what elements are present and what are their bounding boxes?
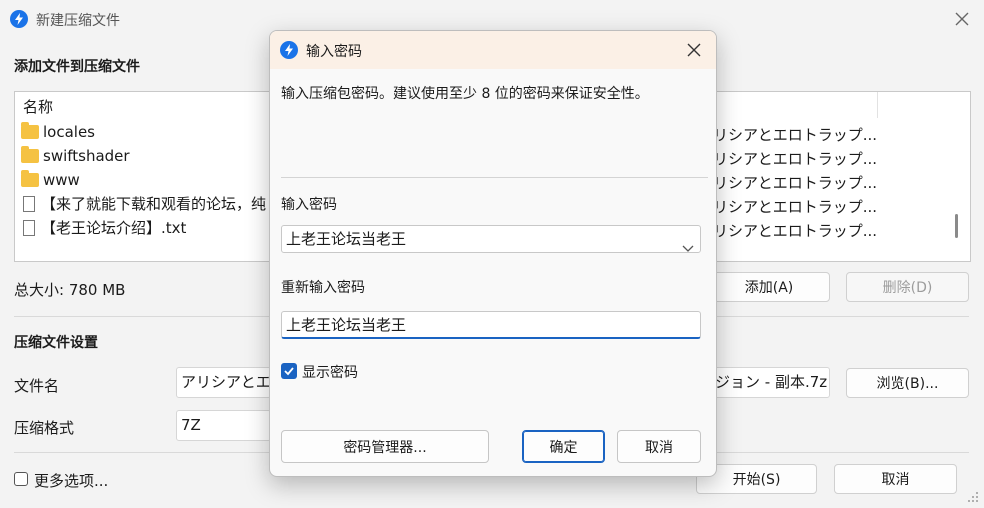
list-item-name: 【老王论坛介绍】.txt [41,219,187,237]
format-select[interactable]: 7Z [176,410,271,441]
password-label: 输入密码 [281,197,337,213]
check-icon [284,367,294,376]
total-size: 总大小: 780 MB [14,281,126,299]
password-manager-button[interactable]: 密码管理器... [281,430,489,463]
password-value: 上老王论坛当老王 [286,230,407,248]
window-title: 新建压缩文件 [36,13,120,29]
chevron-down-icon[interactable] [682,235,694,252]
files-section-title: 添加文件到压缩文件 [14,59,140,75]
column-divider [877,92,878,118]
show-password-label: 显示密码 [302,365,358,381]
browse-button[interactable]: 浏览(B)... [846,368,969,398]
dialog-app-icon [280,41,298,59]
dialog-close-icon[interactable] [684,40,704,60]
list-item-name: 【来了就能下载和观看的论坛，纯 [41,195,267,213]
list-item[interactable]: swiftshader [21,144,130,168]
filename-input[interactable]: アリシアとエ [176,367,271,398]
filename-label: 文件名 [14,377,60,395]
list-item[interactable]: www [21,168,80,192]
list-item-name: locales [43,123,95,141]
settings-section-title: 压缩文件设置 [14,335,98,351]
password-input[interactable]: 上老王论坛当老王 [281,225,701,253]
file-icon [23,220,35,236]
dialog-divider [281,177,708,178]
dialog-titlebar: 输入密码 [270,31,716,69]
show-password-checkbox[interactable] [281,363,297,379]
list-item[interactable]: locales [21,120,95,144]
list-item[interactable]: 【来了就能下载和观看的论坛，纯 [21,192,266,216]
list-item-detail: リシアとエロトラップ... [713,222,878,240]
confirm-password-input[interactable]: 上老王论坛当老王 [281,311,701,339]
column-header-name: 名称 [23,98,54,116]
list-item-name: www [43,171,80,189]
app-icon [10,10,28,28]
filename-input-tail[interactable]: ジョン - 副本.7z [714,367,830,398]
more-options-label: 更多选项... [34,472,109,490]
folder-icon [21,170,39,187]
list-item-detail: リシアとエロトラップ... [713,150,878,168]
list-item-detail: リシアとエロトラップ... [713,126,878,144]
dialog-description: 输入压缩包密码。建议使用至少 8 位的密码来保证安全性。 [281,86,649,102]
resize-grip-icon[interactable] [966,490,980,504]
file-icon [23,196,35,212]
dialog-cancel-button[interactable]: 取消 [617,430,701,463]
folder-icon [21,146,39,163]
window-close-icon[interactable] [952,9,972,29]
format-label: 压缩格式 [14,419,75,437]
list-item-detail: リシアとエロトラップ... [713,174,878,192]
list-item[interactable]: 【老王论坛介绍】.txt [21,216,186,240]
more-options-checkbox[interactable] [14,472,28,486]
add-button[interactable]: 添加(A) [708,272,830,302]
folder-icon [21,122,39,139]
list-scrollbar[interactable] [955,214,958,238]
list-item-detail: リシアとエロトラップ... [713,198,878,216]
dialog-title: 输入密码 [306,44,362,60]
confirm-password-label: 重新输入密码 [281,280,365,296]
list-item-name: swiftshader [43,147,130,165]
delete-button[interactable]: 删除(D) [846,272,969,302]
ok-button[interactable]: 确定 [522,430,605,463]
cancel-button[interactable]: 取消 [834,464,957,494]
password-dialog: 输入密码 输入压缩包密码。建议使用至少 8 位的密码来保证安全性。 输入密码 上… [269,30,717,477]
